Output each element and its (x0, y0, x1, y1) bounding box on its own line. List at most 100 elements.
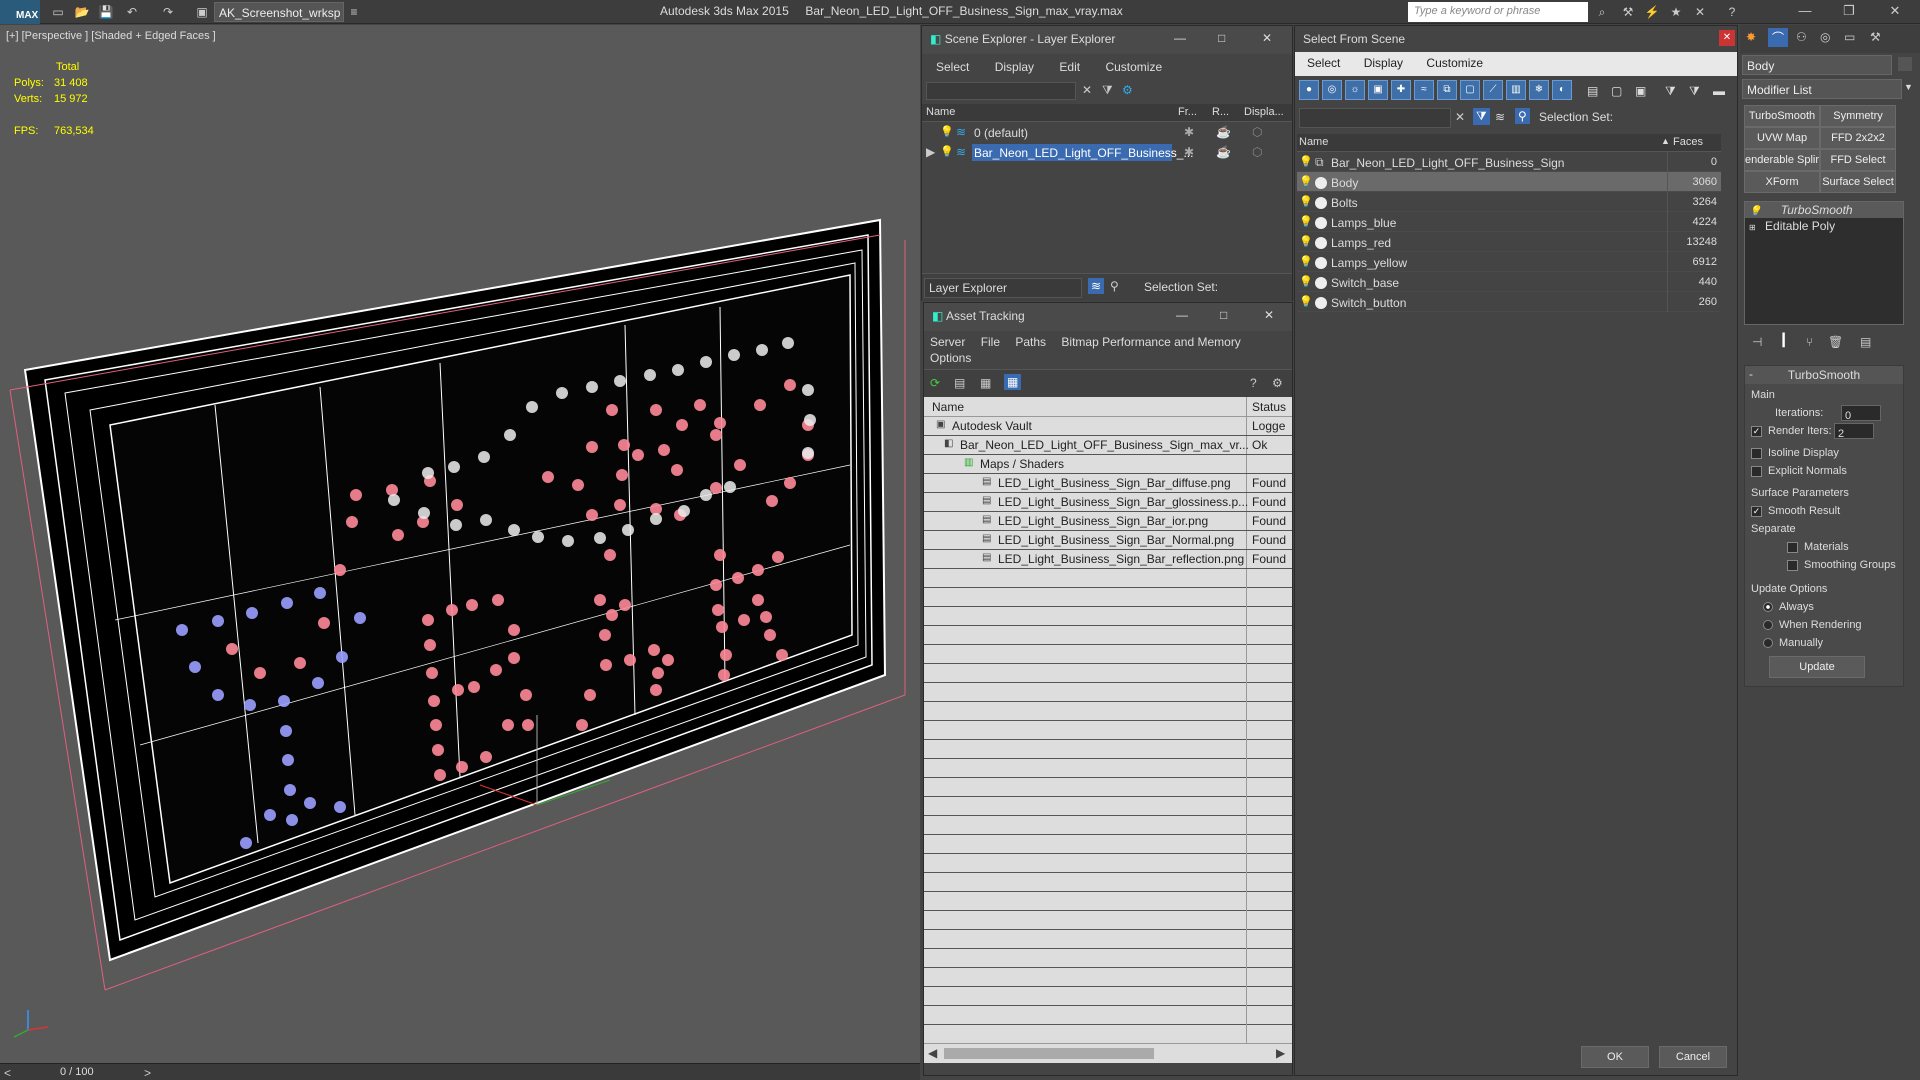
time-frame-counter[interactable]: 0 / 100 (60, 1066, 94, 1078)
filter-groups-icon[interactable]: ⧉ (1437, 80, 1457, 100)
col-status[interactable]: Status (1252, 400, 1286, 414)
menu-select[interactable]: Select (936, 60, 969, 74)
filter-options-icon[interactable]: ⧩ (1689, 84, 1700, 99)
remove-modifier-icon[interactable]: 🗑 (1828, 335, 1843, 349)
create-tab-icon[interactable]: ✸ (1746, 30, 1756, 44)
minimize-icon[interactable]: — (1174, 31, 1186, 45)
binoculars-icon[interactable]: ⌕ (1594, 4, 1610, 20)
object-row[interactable]: 💡 Switch_button 260 (1297, 292, 1721, 312)
time-slider[interactable]: < 0 / 100 > (0, 1063, 920, 1080)
when-rendering-radio[interactable] (1763, 620, 1773, 631)
object-row[interactable]: 💡 Lamps_yellow 6912 (1297, 252, 1721, 272)
menu-server[interactable]: Server (930, 335, 965, 349)
layers-icon[interactable]: ≋ (1495, 110, 1505, 124)
render-iters-spinner[interactable]: 2 (1834, 423, 1874, 440)
new-file-icon[interactable]: ▭ (50, 4, 66, 20)
light-bulb-icon[interactable]: 💡 (1299, 155, 1313, 168)
redo-icon[interactable]: ↷ (160, 4, 176, 20)
smooth-result-checkbox[interactable]: ✓ (1751, 505, 1762, 517)
light-bulb-icon[interactable]: 💡 (1299, 255, 1313, 268)
object-row[interactable]: 💡 ⧉ Bar_Neon_LED_Light_OFF_Business_Sign 0 (1297, 152, 1721, 172)
menu-file[interactable]: File (981, 335, 1000, 349)
col-name[interactable]: Name (926, 106, 955, 118)
filter-geometry-icon[interactable]: ● (1299, 80, 1319, 100)
menu-edit[interactable]: Edit (1059, 60, 1080, 74)
object-row[interactable]: 💡 Body 3060 (1297, 172, 1721, 192)
layer-options-icon[interactable]: ⚙ (1122, 83, 1133, 97)
filter-cameras-icon[interactable]: ▣ (1368, 80, 1388, 100)
layers-view-icon[interactable]: ≋ (1088, 278, 1105, 294)
refresh-icon[interactable]: ⟳ (930, 376, 940, 390)
layer-row[interactable]: 💡 ≋ 0 (default) ✱ ☕ ⬡ (922, 122, 1292, 142)
asset-horizontal-scrollbar[interactable]: ◀ ▶ (924, 1043, 1292, 1063)
modify-tab-icon[interactable]: ⌒ (1768, 28, 1789, 47)
smoothing-groups-checkbox[interactable] (1787, 559, 1798, 571)
light-bulb-icon[interactable]: 💡 (940, 145, 954, 158)
help-icon[interactable]: ? (1724, 4, 1740, 20)
close-icon[interactable]: ✕ (1262, 31, 1272, 45)
materials-checkbox[interactable] (1787, 541, 1798, 553)
stack-item[interactable]: ⊞ Editable Poly (1745, 218, 1903, 234)
asset-row[interactable]: ▣ Autodesk Vault Logge (924, 417, 1292, 436)
asset-row[interactable]: ▤ LED_Light_Business_Sign_Bar_diffuse.png… (924, 474, 1292, 493)
filter-hidden-icon[interactable]: ◐ (1552, 80, 1572, 100)
filter-frozen-icon[interactable]: ❄ (1529, 80, 1549, 100)
scroll-right-icon[interactable]: ▶ (1276, 1046, 1285, 1060)
project-folder-icon[interactable]: ▣ (194, 4, 210, 20)
app-logo[interactable]: MAX (0, 0, 40, 24)
grid-view-icon[interactable]: ▦ (1004, 374, 1022, 390)
layer-name-selected[interactable]: Bar_Neon_LED_Light_OFF_Business_... (972, 144, 1193, 161)
manually-radio[interactable] (1763, 638, 1773, 649)
communication-icon[interactable]: ⚡ (1644, 4, 1660, 20)
close-icon[interactable]: ✕ (1264, 308, 1274, 322)
filter-lights-icon[interactable]: ☼ (1345, 80, 1365, 100)
freeze-icon[interactable]: ✱ (1184, 145, 1194, 159)
sign-wireframe-model[interactable] (0, 25, 920, 1063)
asset-row[interactable]: ▤ LED_Light_Business_Sign_Bar_reflection.… (924, 550, 1292, 569)
render-iters-checkbox[interactable]: ✓ (1751, 425, 1762, 437)
light-bulb-icon[interactable]: 💡 (1299, 295, 1313, 308)
menu-icon[interactable]: ≡ (346, 4, 362, 20)
object-row[interactable]: 💡 Bolts 3264 (1297, 192, 1721, 212)
modifier-uvw-map-button[interactable]: UVW Map (1744, 127, 1820, 149)
display-all-icon[interactable]: ▤ (1587, 84, 1598, 98)
col-name[interactable]: Name (932, 400, 964, 414)
object-color-swatch[interactable] (1898, 57, 1912, 71)
menu-display[interactable]: Display (1364, 56, 1403, 70)
utilities-tab-icon[interactable]: ⚒ (1870, 30, 1881, 44)
hierarchy-icon[interactable]: ⚲ (1515, 108, 1530, 124)
collapse-minus-icon[interactable]: - (1749, 367, 1753, 381)
light-bulb-icon[interactable]: 💡 (1749, 206, 1761, 217)
modifier-renderable-spline-button[interactable]: enderable Splir (1744, 149, 1820, 171)
make-unique-icon[interactable]: ⑂ (1806, 335, 1813, 349)
show-end-result-icon[interactable]: ┃ (1780, 333, 1787, 347)
col-freeze[interactable]: Fr... (1178, 106, 1197, 118)
object-row[interactable]: 💡 Lamps_red 13248 (1297, 232, 1721, 252)
help-icon[interactable]: ? (1250, 376, 1257, 390)
asset-row[interactable]: ▤ LED_Light_Business_Sign_Bar_Normal.png F… (924, 531, 1292, 550)
render-teapot-icon[interactable]: ☕ (1216, 125, 1231, 139)
favorites-star-icon[interactable]: ★ (1668, 4, 1684, 20)
light-bulb-icon[interactable]: 💡 (1299, 275, 1313, 288)
settings-icon[interactable]: ⚙ (1272, 376, 1283, 390)
menu-customize[interactable]: Customize (1426, 56, 1483, 70)
time-prev-icon[interactable]: < (4, 1066, 11, 1080)
modifier-turbosmooth-button[interactable]: TurboSmooth (1744, 105, 1820, 127)
modifier-ffd-select-button[interactable]: FFD Select (1820, 149, 1896, 171)
col-display[interactable]: Displa... (1244, 106, 1284, 118)
hierarchy-tab-icon[interactable]: ⚇ (1796, 30, 1807, 44)
light-bulb-icon[interactable]: 💡 (1299, 195, 1313, 208)
light-bulb-icon[interactable]: 💡 (1299, 235, 1313, 248)
list-view-icon[interactable]: ▤ (954, 376, 965, 390)
render-teapot-icon[interactable]: ☕ (1216, 145, 1231, 159)
explorer-type-dropdown[interactable]: Layer Explorer (924, 278, 1082, 298)
pin-stack-icon[interactable]: ⊣ (1752, 335, 1762, 349)
filter-helpers-icon[interactable]: ✚ (1391, 80, 1411, 100)
stack-item-selected[interactable]: 💡 TurboSmooth (1745, 202, 1903, 218)
restore-window-icon[interactable]: ❐ (1834, 3, 1864, 19)
layer-row[interactable]: ▶ 💡 ≋ Bar_Neon_LED_Light_OFF_Business_..… (922, 142, 1292, 162)
col-faces[interactable]: Faces (1673, 136, 1703, 148)
always-radio[interactable] (1763, 602, 1773, 613)
display-icon[interactable]: ⬡ (1252, 125, 1262, 139)
motion-tab-icon[interactable]: ◎ (1820, 30, 1830, 44)
